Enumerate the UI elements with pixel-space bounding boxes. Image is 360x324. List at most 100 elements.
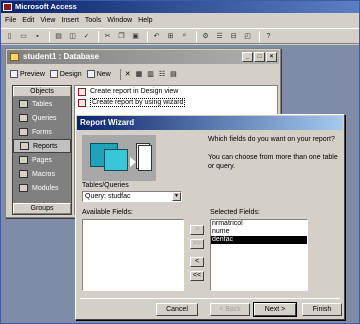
object-label: Queries: [32, 114, 57, 122]
object-label: Tables: [32, 100, 53, 108]
database-icon: [10, 53, 19, 61]
close-button[interactable]: ×: [266, 52, 277, 62]
list-item-label: Create report by using wizard: [90, 98, 186, 107]
menu-edit[interactable]: Edit: [22, 17, 34, 24]
toolbar-separator: [196, 30, 197, 42]
object-queries[interactable]: Queries: [13, 111, 71, 125]
object-label: Pages: [32, 156, 52, 164]
list-item[interactable]: nume: [211, 228, 307, 236]
object-label: Forms: [32, 128, 52, 136]
wizard-question: Which fields do you want on your report?: [208, 136, 335, 143]
move-all-right-button[interactable]: >>: [190, 239, 204, 249]
analyze-icon[interactable]: ⌕: [179, 31, 190, 42]
list-item[interactable]: nrmatricol: [211, 220, 307, 228]
new-button[interactable]: New: [86, 70, 111, 78]
menu-insert[interactable]: Insert: [61, 17, 79, 24]
maximize-button[interactable]: □: [254, 52, 265, 62]
wizard-illustration: [82, 135, 156, 181]
design-icon: [49, 70, 58, 78]
wizard-shortcut-icon: [78, 98, 86, 107]
cut-icon[interactable]: ✂: [102, 31, 113, 42]
spelling-icon[interactable]: ✓: [81, 31, 92, 42]
object-reports[interactable]: Reports: [13, 139, 71, 153]
properties-icon[interactable]: ☰: [214, 31, 225, 42]
groups-header[interactable]: Groups: [13, 203, 71, 214]
details-view-button[interactable]: ▤: [170, 70, 177, 78]
page-icon: [19, 156, 28, 164]
tables-queries-select[interactable]: Query: studfac ▼: [82, 191, 182, 202]
menu-tools[interactable]: Tools: [85, 17, 101, 24]
new-object-icon[interactable]: ◰: [242, 31, 253, 42]
next-button[interactable]: Next >: [253, 302, 297, 317]
delete-button[interactable]: ✕: [125, 70, 131, 78]
object-macros[interactable]: Macros: [13, 167, 71, 181]
object-label: Reports: [33, 142, 58, 150]
move-all-left-button[interactable]: <<: [190, 271, 204, 281]
small-icons-button[interactable]: ▥: [147, 70, 154, 78]
tables-queries-value: Query: studfac: [85, 193, 131, 200]
report-wizard-dialog: Report Wizard Which fields do you want o…: [75, 114, 345, 320]
wizard-hint: You can choose from more than one table …: [208, 154, 338, 170]
available-fields-list[interactable]: [82, 219, 184, 291]
object-modules[interactable]: Modules: [13, 181, 71, 195]
open-folder-icon[interactable]: ▭: [18, 31, 29, 42]
list-view-button[interactable]: ☷: [159, 70, 165, 78]
object-forms[interactable]: Forms: [13, 125, 71, 139]
tables-queries-label: Tables/Queries: [82, 182, 129, 189]
menu-help[interactable]: Help: [138, 17, 152, 24]
paste-icon[interactable]: ▣: [130, 31, 141, 42]
menubar: File Edit View Insert Tools Window Help: [1, 14, 359, 27]
large-icons-button[interactable]: ▦: [136, 70, 143, 78]
object-tables[interactable]: Tables: [13, 97, 71, 111]
objects-header[interactable]: Objects: [13, 86, 71, 97]
table-icon: [19, 100, 28, 108]
new-icon: [86, 70, 95, 78]
toolbar-separator: [98, 30, 99, 42]
move-one-right-button[interactable]: >: [190, 225, 204, 235]
selected-fields-list[interactable]: nrmatricol nume denfac: [210, 219, 308, 291]
menu-window[interactable]: Window: [107, 17, 132, 24]
object-label: Macros: [32, 170, 55, 178]
object-label: Modules: [32, 184, 59, 192]
database-toolbar: Preview Design New ✕ ▦ ▥ ☷ ▤: [10, 67, 182, 81]
database-title: student1 : Database: [23, 52, 100, 61]
object-pages[interactable]: Pages: [13, 153, 71, 167]
help-icon[interactable]: ?: [263, 31, 274, 42]
chevron-down-icon[interactable]: ▼: [172, 192, 181, 201]
print-preview-icon[interactable]: ◫: [67, 31, 78, 42]
office-links-icon[interactable]: ⊞: [165, 31, 176, 42]
finish-button[interactable]: Finish: [302, 303, 342, 316]
design-button[interactable]: Design: [49, 70, 82, 78]
report-page-icon: [138, 145, 152, 171]
move-one-left-button[interactable]: <: [190, 257, 204, 267]
list-item[interactable]: denfac: [211, 236, 307, 244]
menu-view[interactable]: View: [40, 17, 55, 24]
app-title: Microsoft Access: [15, 2, 77, 11]
code-icon[interactable]: ⚙: [200, 31, 211, 42]
print-icon[interactable]: ▤: [53, 31, 64, 42]
menu-file[interactable]: File: [5, 17, 16, 24]
save-icon[interactable]: ▪: [32, 31, 43, 42]
main-toolbar: ▯ ▭ ▪ ▤ ◫ ✓ ✂ ❐ ▣ ↶ ⊞ ⌕ ⚙ ☰ ⊟ ◰ ?: [1, 28, 359, 44]
wizard-buttons: Cancel < Back Next > Finish: [76, 302, 344, 317]
new-file-icon[interactable]: ▯: [4, 31, 15, 42]
form-icon: [19, 128, 28, 136]
list-item-label: Create report in Design view: [90, 88, 179, 95]
list-item[interactable]: Create report by using wizard: [75, 97, 277, 108]
undo-icon[interactable]: ↶: [151, 31, 162, 42]
preview-icon: [10, 70, 18, 78]
cancel-button[interactable]: Cancel: [156, 303, 198, 316]
preview-button[interactable]: Preview: [10, 70, 45, 78]
window-controls: _ □ ×: [241, 52, 277, 62]
list-item[interactable]: Create report in Design view: [75, 86, 277, 97]
database-titlebar: student1 : Database _ □ ×: [7, 50, 279, 64]
new-label: New: [96, 70, 111, 78]
copy-icon[interactable]: ❐: [116, 31, 127, 42]
module-icon: [19, 184, 28, 192]
toolbar-separator: [49, 30, 50, 42]
minimize-button[interactable]: _: [242, 52, 253, 62]
wizard-titlebar: Report Wizard: [77, 116, 343, 130]
relationships-icon[interactable]: ⊟: [228, 31, 239, 42]
back-button[interactable]: < Back: [210, 303, 250, 316]
divider: [80, 298, 340, 299]
